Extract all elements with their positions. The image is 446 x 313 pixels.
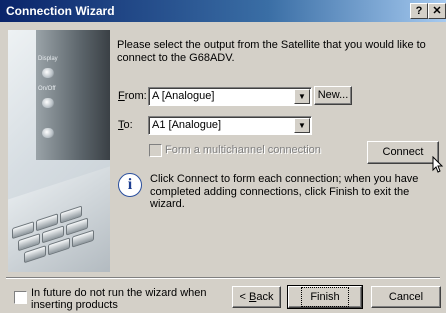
multichannel-checkbox[interactable] [149,144,162,157]
chevron-down-icon[interactable]: ▼ [294,118,310,133]
intro-text-line2: connect to the G68ADV. [117,52,235,64]
to-label: To: [118,119,133,131]
from-select[interactable]: A [Analogue] ▼ [148,87,312,106]
window-title: Connection Wizard [6,4,115,18]
to-label-rest: o: [123,119,133,131]
finish-button[interactable]: Finish [287,285,363,309]
skip-wizard-checkbox[interactable] [14,291,27,304]
finish-button-label: Finish [301,287,349,307]
help-button[interactable]: ? [410,3,428,19]
device-button [42,98,54,108]
back-button[interactable]: < Back [232,286,281,308]
new-button-label: New... [317,89,349,101]
multichannel-label: Form a multichannel connection [165,144,321,156]
from-label: From: [118,90,147,102]
cancel-button-label: Cancel [388,291,424,303]
device-panel [36,30,110,160]
connect-button[interactable]: Connect [367,141,439,164]
back-arrow-text: < [239,291,249,303]
chevron-down-icon[interactable]: ▼ [294,89,310,104]
to-select[interactable]: A1 [Analogue] ▼ [148,116,312,135]
back-button-label: < Back [240,287,274,307]
device-button [42,68,54,78]
wizard-side-image: Display On/Off [8,30,110,272]
device-button [42,128,54,138]
skip-wizard-label-line1: In future do not run the wizard when [31,287,207,299]
info-text-line2: completed adding connections, click Fini… [150,186,410,210]
new-button[interactable]: New... [314,86,352,105]
info-text-line1: Click Connect to form each connection; w… [150,173,419,185]
mouse-cursor-icon [432,156,444,173]
from-label-rest: rom: [124,90,147,102]
intro-text-line1: Please select the output from the Satell… [117,39,426,51]
back-rest: ack [256,291,274,303]
connect-button-label: Connect [382,146,424,158]
title-bar[interactable]: Connection Wizard ? ✕ [0,0,446,22]
from-select-value: A [Analogue] [152,90,215,102]
skip-wizard-label-line2: inserting products [31,299,118,311]
from-label-accel: F [118,90,125,102]
to-select-value: A1 [Analogue] [152,119,222,131]
onoff-label: On/Off [38,86,56,92]
info-icon: i [118,173,142,197]
display-label: Display [38,56,58,62]
cancel-button[interactable]: Cancel [371,286,441,308]
close-button[interactable]: ✕ [428,3,446,19]
footer-separator-highlight [6,278,440,279]
keyboard-graphic [8,157,110,272]
